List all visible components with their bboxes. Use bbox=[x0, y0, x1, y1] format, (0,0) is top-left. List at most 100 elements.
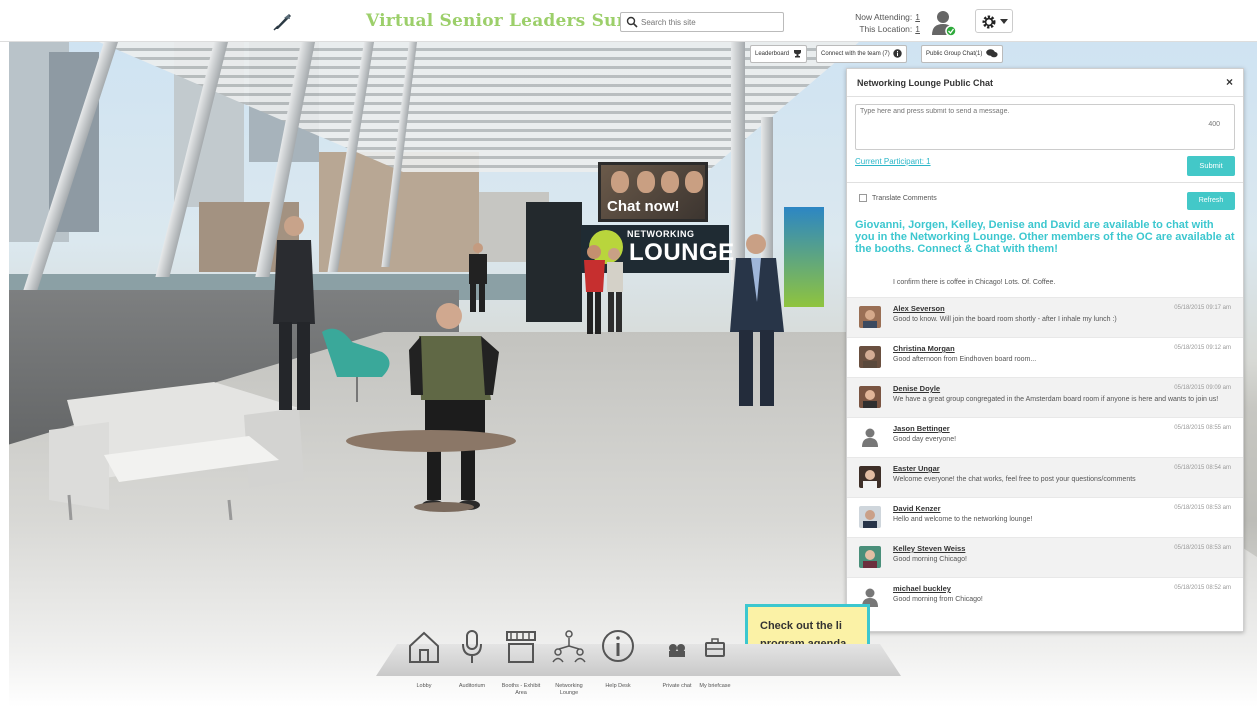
current-participants-link[interactable]: Current Participant: 1 bbox=[855, 157, 931, 166]
briefcase-icon bbox=[705, 638, 725, 657]
char-count: 400 bbox=[1208, 121, 1220, 128]
message-list: Alex Severson 05/18/2015 09:17 am Good t… bbox=[847, 297, 1243, 617]
message-row: Easter Ungar 05/18/2015 08:54 am Welcome… bbox=[847, 457, 1243, 497]
message-row: Kelley Steven Weiss 05/18/2015 08:53 am … bbox=[847, 537, 1243, 577]
face bbox=[637, 171, 655, 193]
message-time: 05/18/2015 08:53 am bbox=[1174, 545, 1231, 551]
message-row: Alex Severson 05/18/2015 09:17 am Good t… bbox=[847, 297, 1243, 337]
avatar[interactable] bbox=[859, 546, 881, 568]
chat-announcement: Giovanni, Jorgen, Kelley, Denise and Dav… bbox=[855, 219, 1235, 255]
message-author[interactable]: Christina Morgan bbox=[893, 344, 955, 353]
settings-menu-button[interactable] bbox=[975, 9, 1013, 33]
public-chat-label: Public Group Chat(1) bbox=[926, 51, 983, 57]
message-text: Good morning Chicago! bbox=[893, 556, 967, 563]
now-attending-row: Now Attending: 1 bbox=[838, 11, 920, 23]
user-online-icon[interactable] bbox=[931, 9, 957, 37]
message-author[interactable]: Easter Ungar bbox=[893, 464, 940, 473]
agenda-line-1: Check out the li bbox=[760, 620, 842, 632]
sign-big-text: LOUNGE bbox=[629, 239, 735, 266]
translate-comments[interactable]: Translate Comments bbox=[859, 194, 937, 202]
message-input-box[interactable]: 400 bbox=[855, 104, 1235, 150]
nav-briefcase[interactable]: My briefcase bbox=[698, 628, 732, 690]
attendance-stats: Now Attending: 1 This Location: 1 bbox=[838, 11, 920, 35]
avatar[interactable] bbox=[859, 506, 881, 528]
default-user-icon[interactable] bbox=[859, 426, 881, 448]
top-header: Virtual Senior Leaders Summit Now Attend… bbox=[0, 0, 1257, 42]
search-input[interactable] bbox=[641, 15, 779, 29]
this-location-label: This Location: bbox=[859, 24, 913, 34]
face bbox=[685, 171, 703, 193]
this-location-count[interactable]: 1 bbox=[915, 24, 920, 34]
nav-booths[interactable]: Booths - Exhibit Area bbox=[500, 628, 542, 697]
translate-checkbox[interactable] bbox=[859, 194, 867, 202]
message-row: Christina Morgan 05/18/2015 09:12 am Goo… bbox=[847, 337, 1243, 377]
nav-networking[interactable]: Networking Lounge bbox=[548, 628, 590, 697]
face bbox=[661, 171, 679, 193]
chat-bubbles-icon bbox=[986, 49, 998, 58]
wall-panel bbox=[526, 202, 582, 322]
search-icon[interactable] bbox=[626, 16, 638, 28]
now-attending-count[interactable]: 1 bbox=[915, 12, 920, 22]
app-root: Virtual Senior Leaders Summit Now Attend… bbox=[0, 0, 1257, 713]
refresh-button[interactable]: Refresh bbox=[1187, 192, 1235, 210]
message-author[interactable]: Denise Doyle bbox=[893, 384, 940, 393]
trophy-icon bbox=[793, 49, 801, 58]
avatar[interactable] bbox=[859, 346, 881, 368]
message-time: 05/18/2015 09:09 am bbox=[1174, 385, 1231, 391]
avatar[interactable] bbox=[859, 306, 881, 328]
message-row: Denise Doyle 05/18/2015 09:09 am We have… bbox=[847, 377, 1243, 417]
table-base bbox=[414, 502, 474, 512]
now-attending-label: Now Attending: bbox=[855, 12, 913, 22]
nav-label: My briefcase bbox=[699, 683, 731, 689]
network-people-icon bbox=[552, 630, 586, 663]
chat-title: Networking Lounge Public Chat bbox=[857, 78, 994, 88]
message-text: Good morning from Chicago! bbox=[893, 596, 983, 603]
info-icon bbox=[602, 630, 634, 662]
chat-now-screen[interactable]: Chat now! bbox=[598, 162, 708, 222]
man-seated bbox=[409, 303, 499, 510]
mural bbox=[784, 207, 824, 307]
close-icon[interactable]: × bbox=[1226, 75, 1233, 89]
bottom-border bbox=[0, 707, 1257, 713]
message-author[interactable]: Jason Bettinger bbox=[893, 424, 950, 433]
chevron-down-icon bbox=[1000, 19, 1008, 24]
submit-button[interactable]: Submit bbox=[1187, 156, 1235, 176]
nav-label: Auditorium bbox=[458, 683, 486, 689]
message-author[interactable]: Kelley Steven Weiss bbox=[893, 544, 965, 553]
sign-small-text: NETWORKING bbox=[627, 229, 695, 239]
nav-lobby[interactable]: Lobby bbox=[404, 628, 444, 690]
search-box[interactable] bbox=[620, 12, 784, 32]
nav-private-chat[interactable]: Private chat bbox=[660, 628, 694, 690]
message-row: Jason Bettinger 05/18/2015 08:55 am Good… bbox=[847, 417, 1243, 457]
feather-pen-icon[interactable] bbox=[272, 10, 294, 32]
message-author[interactable]: David Kenzer bbox=[893, 504, 941, 513]
message-text: Good to know. Will join the board room s… bbox=[893, 316, 1117, 323]
connect-team-button[interactable]: Connect with the team (7) bbox=[816, 45, 908, 63]
man-far bbox=[469, 243, 487, 312]
message-author[interactable]: Alex Severson bbox=[893, 304, 945, 313]
nav-auditorium[interactable]: Auditorium bbox=[452, 628, 492, 690]
chat-now-label: Chat now! bbox=[607, 198, 680, 215]
private-chat-icon bbox=[669, 644, 685, 657]
public-group-chat-button[interactable]: Public Group Chat(1) bbox=[921, 45, 1004, 63]
message-row: michael buckley 05/18/2015 08:52 am Good… bbox=[847, 577, 1243, 617]
gear-icon bbox=[982, 15, 996, 29]
message-time: 05/18/2015 09:12 am bbox=[1174, 345, 1231, 351]
face bbox=[611, 171, 629, 193]
public-chat-panel: Networking Lounge Public Chat × 400 Curr… bbox=[846, 68, 1244, 632]
message-input[interactable] bbox=[860, 108, 1160, 146]
leaderboard-label: Leaderboard bbox=[755, 51, 790, 57]
message-text: We have a great group congregated in the… bbox=[893, 396, 1219, 403]
leaderboard-button[interactable]: Leaderboard bbox=[750, 45, 807, 63]
message-time: 05/18/2015 09:17 am bbox=[1174, 305, 1231, 311]
woman-red-top bbox=[584, 245, 623, 334]
nav-label: Help Desk bbox=[605, 683, 631, 689]
message-time: 05/18/2015 08:52 am bbox=[1174, 585, 1231, 591]
first-message-text: I confirm there is coffee in Chicago! Lo… bbox=[893, 279, 1056, 286]
nav-label: Networking Lounge bbox=[555, 683, 583, 696]
message-text: Good day everyone! bbox=[893, 436, 957, 443]
avatar[interactable] bbox=[859, 466, 881, 488]
message-author[interactable]: michael buckley bbox=[893, 584, 951, 593]
nav-help-desk[interactable]: Help Desk bbox=[598, 628, 638, 690]
avatar[interactable] bbox=[859, 386, 881, 408]
